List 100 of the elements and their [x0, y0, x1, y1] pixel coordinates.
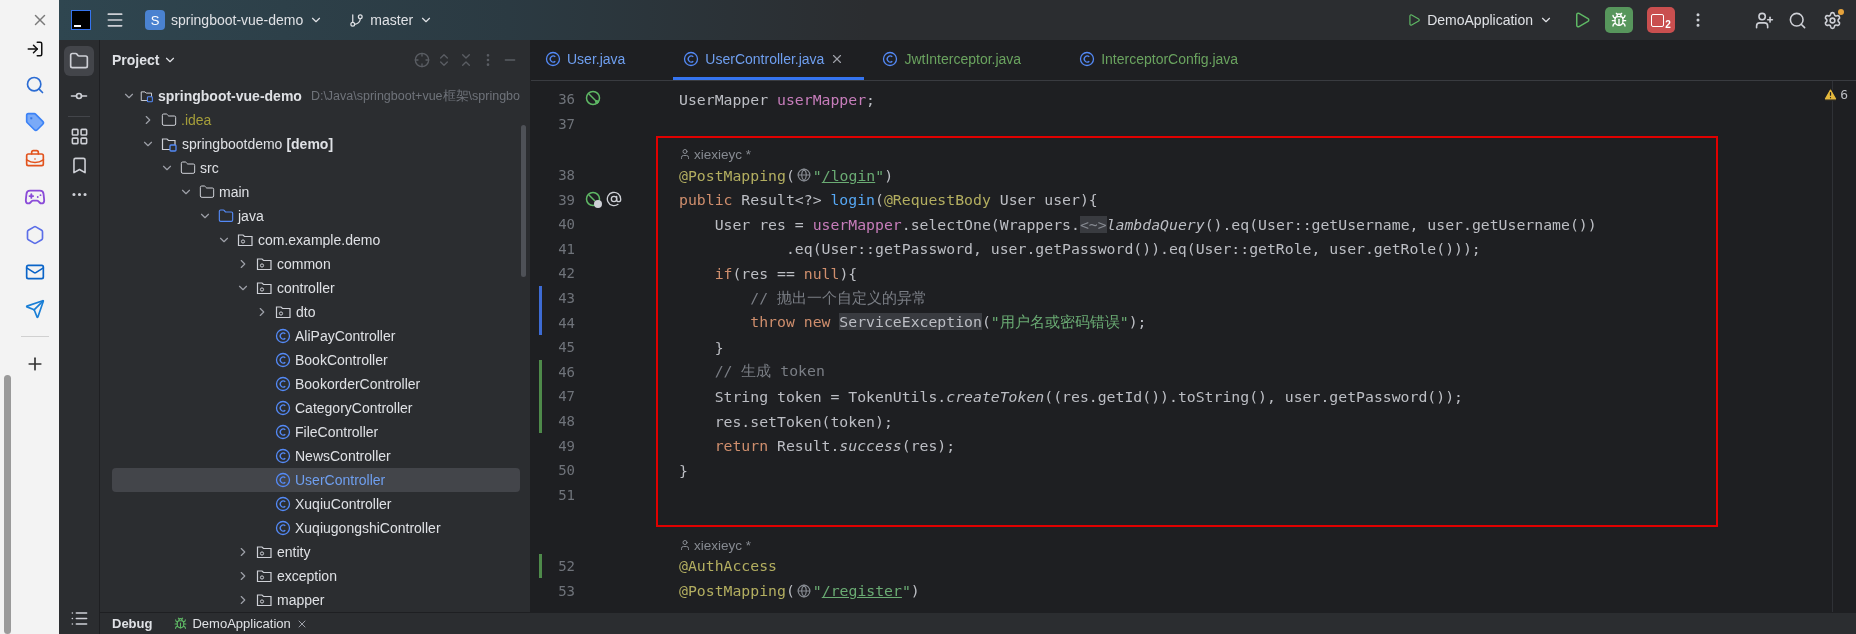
tree-item[interactable]: java: [112, 204, 520, 228]
package-folder-icon: [256, 592, 273, 608]
send-icon[interactable]: [24, 299, 45, 319]
tree-item[interactable]: BookorderController: [112, 372, 520, 396]
class-icon: [275, 400, 291, 416]
line-number: 53: [557, 582, 575, 599]
tree-item[interactable]: controller: [112, 276, 520, 300]
debug-button[interactable]: [1605, 7, 1633, 33]
class-icon: [275, 448, 291, 464]
class-icon: [275, 424, 291, 440]
package-folder-icon: [237, 232, 254, 248]
item-label: BookController: [295, 352, 388, 368]
folder-icon: [161, 112, 177, 128]
class-icon: [545, 50, 561, 67]
author-hint[interactable]: xiexieyc *: [694, 537, 752, 553]
run-config-selector[interactable]: DemoApplication: [1401, 8, 1559, 32]
person-icon: [679, 147, 691, 160]
scrollbar[interactable]: [4, 375, 11, 634]
line-number: 43: [557, 290, 575, 307]
tree-item[interactable]: NewsController: [112, 444, 520, 468]
toolbox-icon[interactable]: [24, 149, 45, 169]
file-tab[interactable]: UserController.java: [673, 40, 865, 80]
tree-item[interactable]: dto: [112, 300, 520, 324]
project-tool-button[interactable]: [64, 46, 94, 76]
stop-button[interactable]: 2: [1647, 7, 1675, 33]
code-text: }: [679, 461, 688, 479]
tree-item[interactable]: springboot-vue-demo D:\Java\springboot+vue框架\springbo: [112, 84, 520, 108]
package-folder-icon: [256, 568, 273, 584]
warning-count[interactable]: 6: [1840, 87, 1848, 102]
path-text: D:\Java\springboot+vue框架\springbo: [310, 87, 520, 105]
class-icon: [882, 50, 899, 67]
tree-item[interactable]: AliPayController: [112, 324, 520, 348]
item-label: main: [219, 184, 250, 200]
hexagon-icon[interactable]: [24, 225, 45, 245]
line-number: 48: [557, 413, 575, 429]
run-icon[interactable]: [1573, 11, 1591, 29]
tree-item[interactable]: XuqiugongshiController: [112, 516, 520, 540]
code-text: "/register"): [812, 582, 920, 600]
branch-switcher[interactable]: master: [343, 8, 440, 32]
tree-item[interactable]: src: [112, 156, 520, 180]
code-text: String token = TokenUtils.createToken((res.getId()).toString(), user.getPassword());: [713, 387, 1463, 405]
globe-icon[interactable]: [796, 168, 811, 183]
tree-item[interactable]: CategoryController: [112, 396, 520, 420]
file-tab[interactable]: InterceptorConfig.java: [1069, 40, 1259, 80]
sidebar-toggle-icon[interactable]: [25, 40, 44, 58]
item-label: exception: [277, 568, 337, 584]
menu-icon[interactable]: [105, 10, 125, 30]
code-text: .eq(User::getPassword, user.getPassword()).eq(User::getRole, user.getRole()));: [784, 240, 1481, 258]
tree-item[interactable]: common: [112, 252, 520, 276]
tree-item[interactable]: com.example.demo: [112, 228, 520, 252]
panel-title[interactable]: Project: [112, 51, 178, 68]
person-icon: [679, 538, 691, 551]
item-label: common: [277, 256, 331, 272]
item-label: FileController: [295, 424, 379, 440]
item-label: BookorderController: [295, 376, 421, 392]
class-icon: [1079, 50, 1096, 67]
class-icon: [275, 376, 291, 392]
tree-item[interactable]: FileController: [112, 420, 520, 444]
tree-item[interactable]: main: [112, 180, 520, 204]
file-tab[interactable]: JwtInterceptor.java: [872, 40, 1042, 80]
package-folder-icon: [256, 256, 273, 272]
search-icon[interactable]: [1788, 10, 1807, 30]
class-icon: [275, 496, 291, 512]
code-text: // 生成 token: [713, 362, 825, 382]
tree-item[interactable]: BookController: [112, 348, 520, 372]
module-folder-icon: [140, 88, 154, 104]
author-hint[interactable]: xiexieyc *: [694, 146, 752, 162]
tree-item[interactable]: XuqiuController: [112, 492, 520, 516]
globe-icon[interactable]: [796, 583, 811, 598]
app-logo[interactable]: [71, 10, 91, 30]
line-number: 38: [557, 167, 575, 184]
line-number: 50: [557, 462, 575, 479]
code-text: return Result.success(res);: [713, 437, 956, 455]
mail-icon[interactable]: [24, 262, 45, 282]
at-sign-icon[interactable]: [606, 190, 622, 207]
tree-item[interactable]: exception: [112, 564, 520, 588]
tree-item[interactable]: .idea: [112, 108, 520, 132]
project-switcher[interactable]: S springboot-vue-demo: [139, 6, 330, 34]
code-text: UserMapper userMapper;: [679, 90, 875, 108]
run-config-icon: [1407, 13, 1422, 27]
warning-icon[interactable]: [1823, 87, 1839, 102]
code-text: "/login"): [812, 166, 894, 184]
line-number: 52: [557, 558, 575, 574]
tag-icon[interactable]: [24, 112, 45, 132]
code-text: if(res == null){: [713, 264, 858, 282]
structure-icon[interactable]: [69, 127, 89, 146]
file-tab[interactable]: User.java: [535, 40, 646, 80]
run-tab[interactable]: DemoApplication: [174, 616, 308, 631]
line-number: 45: [557, 339, 575, 356]
tree-item[interactable]: mapper: [112, 588, 520, 612]
search-icon[interactable]: [24, 75, 45, 95]
tree-item[interactable]: UserController: [112, 468, 520, 492]
tree-item[interactable]: springbootdemo [demo]: [112, 132, 520, 156]
code-text: User res = userMapper.selectOne(Wrappers.<~>lambdaQuery().eq(User::getUsername, user.getUsername()): [713, 215, 1597, 233]
item-label: AliPayController: [295, 328, 396, 344]
branch-icon: [349, 12, 365, 28]
list-icon[interactable]: [69, 609, 89, 628]
scrollbar[interactable]: [521, 125, 526, 277]
tree-item[interactable]: entity: [112, 540, 520, 564]
add-user-icon[interactable]: [1755, 10, 1774, 30]
